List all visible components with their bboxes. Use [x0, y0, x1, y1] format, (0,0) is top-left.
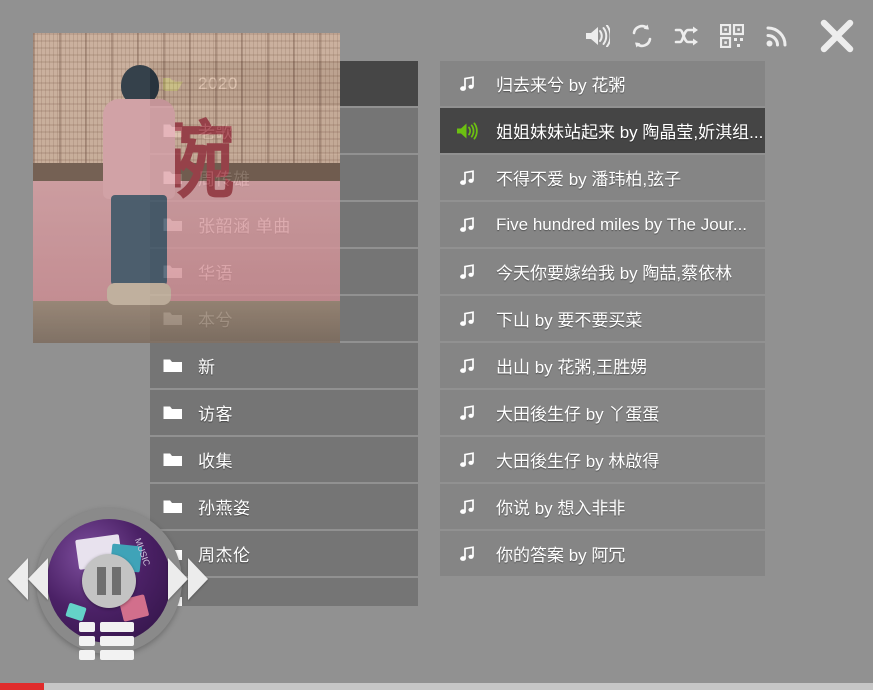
list-icon-dot	[79, 622, 95, 632]
track-row[interactable]: 今天你要嫁给我 by 陶喆,蔡依林	[440, 249, 765, 294]
list-icon-dot	[79, 650, 95, 660]
folder-label: 张韶涵 单曲	[198, 217, 291, 236]
folder-row[interactable]: 2020	[150, 61, 418, 106]
track-row[interactable]: 大田後生仔 by 丫蛋蛋	[440, 390, 765, 435]
prev-arrow-icon	[28, 558, 48, 600]
next-arrow-icon	[188, 558, 208, 600]
music-note-icon	[452, 451, 482, 468]
track-title: 你的答案 by 阿冗	[496, 546, 626, 565]
track-row[interactable]: 下山 by 要不要买菜	[440, 296, 765, 341]
track-title: Five hundred miles by The Jour...	[496, 214, 748, 234]
music-note-icon	[452, 216, 482, 233]
music-note-icon	[452, 498, 482, 515]
folder-label: 孙燕姿	[198, 499, 251, 518]
track-row[interactable]: Five hundred miles by The Jour...	[440, 202, 765, 247]
track-title: 你说 by 想入非非	[496, 499, 626, 518]
folder-row[interactable]: 张韶涵 单曲	[150, 202, 418, 247]
folder-row[interactable]: 收集	[150, 437, 418, 482]
list-icon-row	[79, 636, 139, 646]
top-toolbar	[582, 14, 857, 58]
folder-open-icon	[158, 75, 188, 93]
volume-icon[interactable]	[582, 21, 612, 51]
rss-icon[interactable]	[762, 21, 792, 51]
folder-label: 华语	[198, 264, 233, 283]
music-note-icon	[452, 310, 482, 327]
folder-icon	[158, 311, 188, 327]
track-row[interactable]: 你说 by 想入非非	[440, 484, 765, 529]
folder-label: 2020	[198, 73, 238, 93]
folder-icon	[158, 452, 188, 468]
track-title: 下山 by 要不要买菜	[496, 311, 643, 330]
track-row[interactable]: 不得不爱 by 潘玮柏,弦子	[440, 155, 765, 200]
speaker-playing-icon	[452, 122, 482, 140]
folder-row[interactable]: 本兮	[150, 296, 418, 341]
play-pause-button[interactable]	[82, 554, 136, 608]
next-track-button[interactable]	[164, 558, 210, 604]
folder-icon	[158, 264, 188, 280]
repeat-icon[interactable]	[627, 21, 657, 51]
track-row[interactable]: 归去来兮 by 花粥	[440, 61, 765, 106]
music-note-icon	[452, 75, 482, 92]
music-note-icon	[452, 169, 482, 186]
folder-row[interactable]: 新	[150, 343, 418, 388]
list-icon-row	[79, 650, 139, 660]
close-icon[interactable]	[817, 16, 857, 56]
music-player-app: { "app": { "background_color": "#919191"…	[0, 0, 873, 690]
folder-label: 本兮	[198, 311, 233, 330]
folder-row[interactable]: 老歌	[150, 108, 418, 153]
folder-row[interactable]: 华语	[150, 249, 418, 294]
track-title: 今天你要嫁给我 by 陶喆,蔡依林	[496, 264, 733, 283]
folder-icon	[158, 123, 188, 139]
folder-row[interactable]: 孙燕姿	[150, 484, 418, 529]
track-title: 不得不爱 by 潘玮柏,弦子	[496, 170, 682, 189]
music-note-icon	[452, 404, 482, 421]
track-title: 出山 by 花粥,王胜娚	[496, 358, 648, 377]
track-title: 大田後生仔 by 林啟得	[496, 452, 660, 471]
shuffle-icon[interactable]	[672, 21, 702, 51]
disc-sticker	[65, 602, 87, 622]
folder-row[interactable]: 访客	[150, 390, 418, 435]
list-icon-row	[79, 622, 139, 632]
folder-icon	[158, 405, 188, 421]
folder-icon	[158, 170, 188, 186]
prev-arrow-icon	[8, 558, 28, 600]
folder-label: 收集	[198, 452, 233, 471]
track-row[interactable]: 大田後生仔 by 林啟得	[440, 437, 765, 482]
list-icon-dot	[79, 636, 95, 646]
folder-icon	[158, 358, 188, 374]
circular-player: MUSIC	[8, 508, 208, 660]
folder-label: 访客	[198, 405, 233, 424]
playback-progress-bar[interactable]	[0, 683, 873, 690]
track-title: 归去来兮 by 花粥	[496, 76, 626, 95]
track-row[interactable]: 出山 by 花粥,王胜娚	[440, 343, 765, 388]
pause-icon	[112, 567, 121, 595]
playlist[interactable]: 归去来兮 by 花粥姐姐妹妹站起来 by 陶晶莹,妡淇组... 不得不爱 by 潘…	[440, 61, 765, 581]
music-note-icon	[452, 545, 482, 562]
music-note-icon	[452, 263, 482, 280]
pause-icon	[97, 567, 106, 595]
folder-list[interactable]: 2020 老歌 周传雄 张韶涵 单曲 华语 本兮新访客 收集 孙燕姿 周杰伦	[150, 61, 418, 606]
folder-label: 周传雄	[198, 170, 251, 189]
track-title: 姐姐妹妹站起来 by 陶晶莹,妡淇组...	[496, 123, 764, 142]
playback-progress-fill	[0, 683, 44, 690]
playlist-toggle-button[interactable]	[79, 622, 139, 660]
previous-track-button[interactable]	[8, 558, 54, 604]
music-note-icon	[452, 357, 482, 374]
folder-label: 新	[198, 358, 216, 377]
track-row[interactable]: 你的答案 by 阿冗	[440, 531, 765, 576]
folder-row[interactable]: 周传雄	[150, 155, 418, 200]
list-icon-bar	[100, 650, 134, 660]
folder-icon	[158, 217, 188, 233]
list-icon-bar	[100, 636, 134, 646]
track-row[interactable]: 姐姐妹妹站起来 by 陶晶莹,妡淇组...	[440, 108, 765, 153]
track-title: 大田後生仔 by 丫蛋蛋	[496, 405, 660, 424]
list-icon-bar	[100, 622, 134, 632]
folder-label: 老歌	[198, 123, 233, 142]
qrcode-icon[interactable]	[717, 21, 747, 51]
next-arrow-icon	[168, 558, 188, 600]
